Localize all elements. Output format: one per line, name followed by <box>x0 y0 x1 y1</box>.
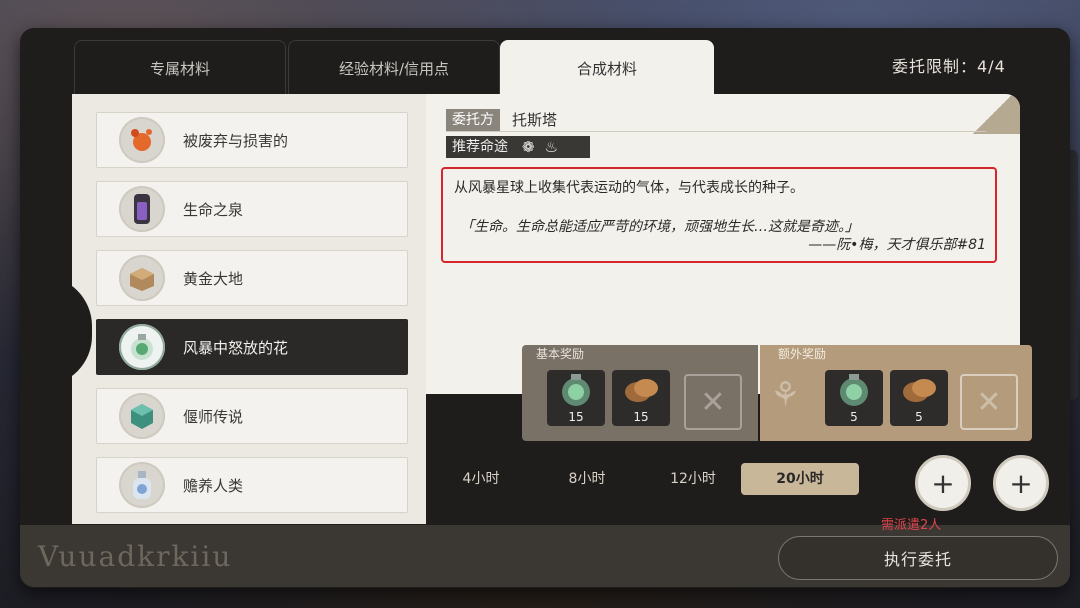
description-text: 从风暴星球上收集代表运动的气体，与代表成长的种子。 <box>454 180 804 196</box>
cube-icon <box>119 393 165 439</box>
bottle-icon <box>119 462 165 508</box>
dispatch-requirement: 需派遣2人 <box>881 518 942 533</box>
vial-icon <box>119 186 165 232</box>
execute-commission-button[interactable]: 执行委托 <box>778 536 1058 580</box>
flask-icon <box>840 374 868 406</box>
empty-slot-icon: ✕ <box>700 384 726 420</box>
empty-slot-icon: ✕ <box>976 384 1002 420</box>
client-label: 委托方 <box>446 109 500 131</box>
divider <box>446 131 986 132</box>
tab-exclusive-materials[interactable]: 专属材料 <box>74 40 286 95</box>
list-item-puppeteer-legend[interactable]: 偃师传说 <box>96 388 408 444</box>
reward-count: 15 <box>633 410 649 424</box>
add-character-button-2[interactable]: + <box>993 455 1049 511</box>
quote-text: 「生命。生命总能适应严苛的环境，顽强地生长…这就是奇迹。」 <box>460 219 859 235</box>
preservation-path-icon: ♨ <box>544 138 559 156</box>
item-label: 生命之泉 <box>183 200 244 219</box>
extra-reward-title: 额外奖励 <box>778 347 827 361</box>
commission-limit: 委托限制：4/4 <box>892 57 1006 76</box>
empty-reward-slot: ✕ <box>684 374 742 430</box>
list-item-golden-earth[interactable]: 黄金大地 <box>96 250 408 306</box>
item-label: 风暴中怒放的花 <box>183 338 289 357</box>
time-option-4h[interactable]: 4小时 <box>426 463 536 495</box>
box-icon <box>119 255 165 301</box>
list-item-spring-of-life[interactable]: 生命之泉 <box>96 181 408 237</box>
basic-reward-title: 基本奖励 <box>536 347 585 361</box>
reward-slot[interactable]: 15 <box>612 370 670 426</box>
item-label: 被废弃与损害的 <box>183 131 289 150</box>
item-label: 偃师传说 <box>183 407 244 426</box>
time-option-12h[interactable]: 12小时 <box>638 463 748 495</box>
item-label: 黄金大地 <box>183 269 244 288</box>
item-label: 赡养人类 <box>183 476 244 495</box>
reward-count: 5 <box>850 410 858 424</box>
plus-icon: + <box>1009 466 1033 500</box>
empty-reward-slot: ✕ <box>960 374 1018 430</box>
path-label: 推荐命途 <box>452 139 508 155</box>
add-character-button-1[interactable]: + <box>915 455 971 511</box>
time-option-8h[interactable]: 8小时 <box>532 463 642 495</box>
flask-icon <box>119 324 165 370</box>
seed-icon <box>903 379 936 402</box>
abundance-path-icon: ❁ <box>522 138 535 156</box>
recommended-path: 推荐命途 ❁ ♨ <box>446 136 590 158</box>
quote-signature: ——阮•梅，天才俱乐部#81 <box>808 237 986 253</box>
extra-reward-decoration-icon: ⚘ <box>770 375 801 415</box>
orbs-icon <box>119 117 165 163</box>
reward-count: 15 <box>568 410 584 424</box>
time-option-20h[interactable]: 20小时 <box>741 463 859 495</box>
corner-tag <box>965 94 1020 134</box>
client-name: 托斯塔 <box>512 111 558 129</box>
plus-icon: + <box>931 466 955 500</box>
seed-icon <box>625 379 658 402</box>
reward-count: 5 <box>915 410 923 424</box>
reward-slot[interactable]: 5 <box>890 370 948 426</box>
reward-slot[interactable]: 5 <box>825 370 883 426</box>
tab-synthesis-materials[interactable]: 合成材料 <box>500 40 714 95</box>
reward-slot[interactable]: 15 <box>547 370 605 426</box>
list-item-abandoned[interactable]: 被废弃与损害的 <box>96 112 408 168</box>
decorative-script: Vuuadkrkiiu <box>38 540 233 573</box>
flask-icon <box>562 374 590 406</box>
list-item-storm-flower[interactable]: 风暴中怒放的花 <box>96 319 408 375</box>
list-item-nurturing-humanity[interactable]: 赡养人类 <box>96 457 408 513</box>
tab-exp-materials[interactable]: 经验材料/信用点 <box>288 40 500 95</box>
